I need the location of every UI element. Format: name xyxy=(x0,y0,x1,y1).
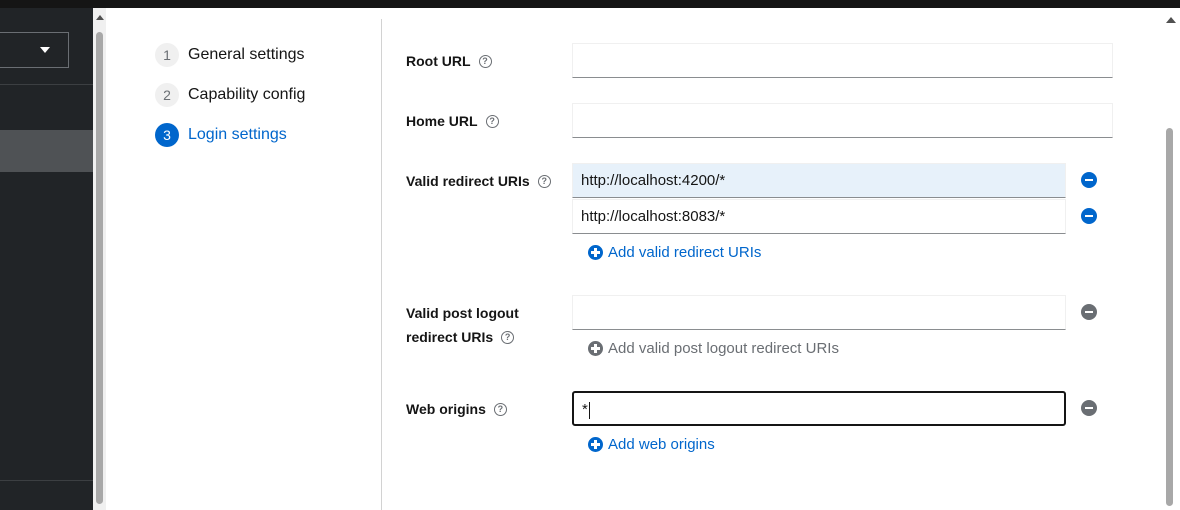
add-redirect-uri-label: Add valid redirect URIs xyxy=(608,243,762,261)
post-logout-redirect-input[interactable] xyxy=(572,295,1066,330)
valid-redirect-uris-label: Valid redirect URIs? xyxy=(406,169,551,193)
step-number: 3 xyxy=(155,123,179,147)
question-circle-icon[interactable]: ? xyxy=(537,174,551,188)
valid-post-logout-label-line2: redirect URIs? xyxy=(406,325,515,349)
step-number: 2 xyxy=(155,83,179,107)
web-origins-value: * xyxy=(582,401,588,418)
add-redirect-uri-button[interactable]: Add valid redirect URIs xyxy=(588,242,761,262)
home-url-label-text: Home URL xyxy=(406,113,478,129)
caret-down-icon xyxy=(40,47,50,53)
root-url-input[interactable] xyxy=(572,43,1113,78)
top-bar xyxy=(0,0,1180,8)
add-post-logout-uri-button[interactable]: Add valid post logout redirect URIs xyxy=(588,338,839,358)
add-web-origin-button[interactable]: Add web origins xyxy=(588,434,715,454)
text-cursor xyxy=(588,401,590,419)
question-circle-icon[interactable]: ? xyxy=(493,402,507,416)
sidebar-divider xyxy=(0,480,93,481)
web-origins-label-text: Web origins xyxy=(406,401,486,417)
wizard-step-general-settings[interactable]: 1 General settings xyxy=(155,42,305,68)
valid-redirect-uris-label-text: Valid redirect URIs xyxy=(406,173,530,189)
scrollbar-thumb[interactable] xyxy=(96,32,103,504)
minus-circle-icon[interactable] xyxy=(1081,208,1097,224)
sidebar-item-active[interactable] xyxy=(0,130,93,172)
plus-circle-icon xyxy=(588,436,603,452)
plus-circle-icon xyxy=(588,340,603,356)
question-circle-icon[interactable]: ? xyxy=(485,114,499,128)
scroll-up-arrow-icon[interactable] xyxy=(96,15,104,20)
web-origins-input[interactable]: * xyxy=(572,391,1066,426)
sidebar-scrollbar[interactable] xyxy=(93,8,106,510)
minus-circle-icon[interactable] xyxy=(1081,304,1097,320)
question-circle-icon[interactable]: ? xyxy=(478,54,492,68)
home-url-label: Home URL? xyxy=(406,109,499,133)
sidebar-divider xyxy=(0,84,93,85)
valid-post-logout-label-text: redirect URIs xyxy=(406,329,494,345)
minus-circle-icon[interactable] xyxy=(1081,172,1097,188)
wizard-nav-divider xyxy=(381,19,382,510)
scroll-up-arrow-icon[interactable] xyxy=(1166,17,1176,23)
step-label: Login settings xyxy=(188,126,287,143)
plus-circle-icon xyxy=(588,244,603,260)
realm-selector[interactable] xyxy=(0,32,69,68)
question-circle-icon[interactable]: ? xyxy=(501,330,515,344)
step-label: General settings xyxy=(188,46,305,63)
add-web-origin-label: Add web origins xyxy=(608,435,715,453)
web-origins-label: Web origins? xyxy=(406,397,507,421)
sidebar xyxy=(0,8,93,510)
redirect-uri-input-2[interactable]: http://localhost:8083/* xyxy=(572,199,1066,234)
valid-post-logout-label-line1: Valid post logout xyxy=(406,305,519,321)
valid-post-logout-label: Valid post logout xyxy=(406,301,519,325)
wizard-step-capability-config[interactable]: 2 Capability config xyxy=(155,82,305,108)
home-url-input[interactable] xyxy=(572,103,1113,138)
minus-circle-icon[interactable] xyxy=(1081,400,1097,416)
wizard-step-login-settings[interactable]: 3 Login settings xyxy=(155,122,287,148)
step-label: Capability config xyxy=(188,86,306,103)
add-post-logout-uri-label: Add valid post logout redirect URIs xyxy=(608,339,839,357)
scrollbar-thumb[interactable] xyxy=(1166,128,1173,506)
root-url-label-text: Root URL xyxy=(406,53,471,69)
main-scrollbar[interactable] xyxy=(1162,8,1180,510)
redirect-uri-input-1[interactable]: http://localhost:4200/* xyxy=(572,163,1066,198)
step-number: 1 xyxy=(155,43,179,67)
root-url-label: Root URL? xyxy=(406,49,492,73)
